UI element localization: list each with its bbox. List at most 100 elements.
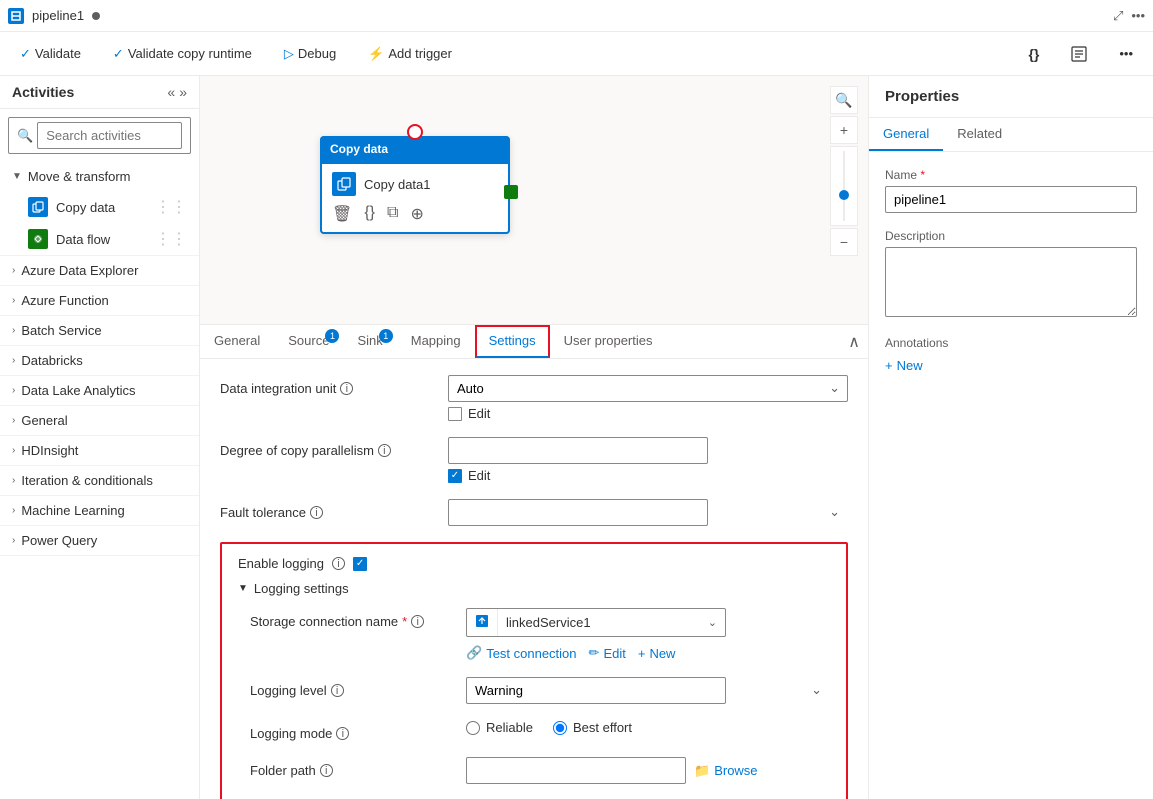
tab-settings[interactable]: Settings [475,325,550,358]
chevron-icon: › [12,385,15,396]
tab-source[interactable]: Source 1 [274,325,343,358]
test-connection-button[interactable]: 🔗 Test connection [466,645,577,661]
group-header-hdinsight[interactable]: › HDInsight [0,436,199,465]
parameters-button[interactable] [1063,42,1095,66]
enable-logging-checkbox[interactable]: ✓ [353,557,367,571]
data-integration-select[interactable]: Auto 248 [448,375,848,402]
logging-settings-header[interactable]: ▼ Logging settings [238,581,830,596]
logging-settings-label: Logging settings [254,581,349,596]
info-icon[interactable]: i [320,764,333,777]
info-icon[interactable]: i [378,444,391,457]
add-trigger-button[interactable]: ⚡ Add trigger [360,42,460,66]
description-field: Description [885,229,1137,320]
tab-user-properties[interactable]: User properties [550,325,667,358]
group-header-general[interactable]: › General [0,406,199,435]
drag-handle[interactable]: ⋮⋮ [155,197,187,217]
group-header-machine-learning[interactable]: › Machine Learning [0,496,199,525]
add-annotation-button[interactable]: + New [885,358,923,373]
drag-handle[interactable]: ⋮⋮ [155,229,187,249]
activity-group-hdinsight: › HDInsight [0,436,199,466]
info-icon[interactable]: i [336,727,349,740]
folder-path-input[interactable] [466,757,686,784]
group-header-iteration[interactable]: › Iteration & conditionals [0,466,199,495]
code-button[interactable]: {} [1020,42,1047,66]
pipeline-node[interactable]: Copy data Copy data1 🗑 [320,136,510,234]
info-icon[interactable]: i [332,557,345,570]
code-icon[interactable]: {} [364,204,375,224]
group-header-power-query[interactable]: › Power Query [0,526,199,555]
zoom-slider[interactable] [830,146,858,226]
validate-button[interactable]: ✓ Validate [12,42,89,66]
folder-icon: 📁 [694,763,710,779]
expand-icon[interactable]: » [179,84,187,100]
test-connection-icon: 🔗 [466,645,482,661]
tab-general[interactable]: General [200,325,274,358]
description-input[interactable] [885,247,1137,317]
debug-button[interactable]: ▷ Debug [276,42,344,66]
connect-icon[interactable]: ⊕ [410,204,423,224]
zoom-in-button[interactable]: + [830,116,858,144]
list-item[interactable]: Copy data ⋮⋮ [0,191,199,223]
search-input[interactable] [37,122,182,149]
logging-level-select[interactable]: Warning Info Error [466,677,726,704]
activity-group-machine-learning: › Machine Learning [0,496,199,526]
group-header-batch-service[interactable]: › Batch Service [0,316,199,345]
tab-sink[interactable]: Sink 1 [343,325,396,358]
group-header-databricks[interactable]: › Databricks [0,346,199,375]
group-header-azure-data-explorer[interactable]: › Azure Data Explorer [0,256,199,285]
degree-parallelism-control: ✓ Edit [448,437,848,483]
title-bar: pipeline1 ⤢ ••• [0,0,1153,32]
zoom-thumb [839,190,849,200]
new-linked-service-button[interactable]: + New [638,646,676,661]
fault-tolerance-select[interactable]: Skip incompatible rows [448,499,708,526]
resize-icon[interactable]: ⤢ [1113,8,1123,24]
info-icon[interactable]: i [310,506,323,519]
bottom-panel: General Source 1 Sink 1 Mapping Settings… [200,324,868,799]
properties-panel: Properties General Related Name * Descri… [868,76,1153,799]
pipeline-icon [8,8,24,24]
best-effort-radio-label[interactable]: Best effort [553,720,632,735]
title-bar-left: pipeline1 [8,8,100,24]
group-header-data-lake[interactable]: › Data Lake Analytics [0,376,199,405]
collapse-icon[interactable]: « [167,84,175,100]
tab-related-props[interactable]: Related [943,118,1016,151]
zoom-out-button[interactable]: − [830,228,858,256]
copy-icon[interactable]: ⧉ [387,204,398,224]
browse-button[interactable]: 📁 Browse [694,763,758,779]
info-icon[interactable]: i [411,615,424,628]
list-item[interactable]: Data flow ⋮⋮ [0,223,199,255]
edit-checkbox-2[interactable]: ✓ [448,469,462,483]
tab-mapping[interactable]: Mapping [397,325,475,358]
validate-copy-icon: ✓ [113,46,124,62]
canvas-viewport[interactable]: Copy data Copy data1 🗑 [200,76,868,324]
reliable-radio[interactable] [466,721,480,735]
properties-tabs: General Related [869,118,1153,152]
linked-service-select[interactable]: linkedService1 ⌄ [466,608,726,637]
group-header-move-transform[interactable]: ▼ Move & transform [0,162,199,191]
group-header-azure-function[interactable]: › Azure Function [0,286,199,315]
info-icon[interactable]: i [340,382,353,395]
edit-checkbox[interactable] [448,407,462,421]
search-box: 🔍 [8,117,191,154]
bottom-tabs: General Source 1 Sink 1 Mapping Settings… [200,325,868,359]
close-panel-button[interactable]: ∧ [848,332,860,352]
reliable-radio-label[interactable]: Reliable [466,720,533,735]
delete-icon[interactable]: 🗑 [332,204,352,224]
data-flow-icon [28,229,48,249]
validate-copy-runtime-button[interactable]: ✓ Validate copy runtime [105,42,260,66]
data-integration-label: Data integration unit i [220,375,440,396]
best-effort-radio[interactable] [553,721,567,735]
edit-linked-service-button[interactable]: ✏ Edit [589,645,626,661]
search-canvas-button[interactable]: 🔍 [830,86,858,114]
debug-icon: ▷ [284,46,294,62]
more-options-icon[interactable]: ••• [1131,8,1145,23]
settings-scroll[interactable]: Data integration unit i Auto 248 [200,359,868,799]
degree-parallelism-input[interactable] [448,437,708,464]
fault-tolerance-control: Skip incompatible rows [448,499,848,526]
info-icon[interactable]: i [331,684,344,697]
data-flow-label: Data flow [56,232,110,247]
activity-group-data-lake: › Data Lake Analytics [0,376,199,406]
command-more-button[interactable]: ••• [1111,42,1141,65]
name-input[interactable] [885,186,1137,213]
tab-general-props[interactable]: General [869,118,943,151]
